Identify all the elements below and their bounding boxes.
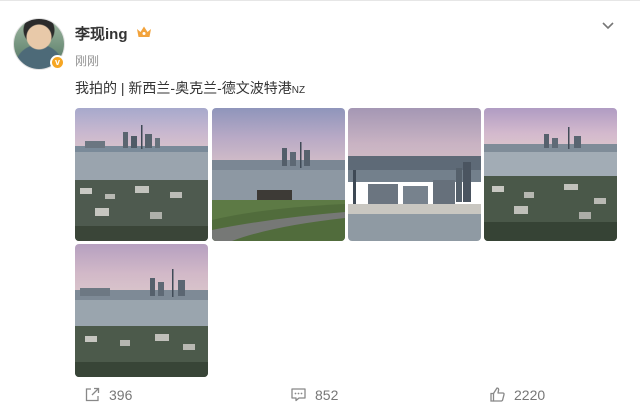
post-actions-bar: 396 852 2220 — [0, 382, 640, 412]
share-button[interactable]: 396 — [84, 386, 132, 403]
verified-badge-icon: v — [50, 55, 65, 70]
thumbs-up-icon — [490, 387, 505, 402]
post-photo-4[interactable] — [484, 108, 617, 241]
share-icon — [85, 387, 100, 402]
crown-icon — [137, 26, 151, 37]
comment-count: 852 — [315, 386, 339, 403]
post-text-suffix: NZ — [291, 85, 306, 96]
chevron-down-icon[interactable] — [600, 17, 616, 33]
avatar[interactable]: v — [13, 18, 65, 70]
post-time[interactable]: 刚刚 — [75, 52, 99, 69]
comment-button[interactable]: 852 — [290, 386, 338, 403]
username[interactable]: 李现ing — [75, 23, 128, 44]
post-photo-1[interactable] — [75, 108, 208, 241]
post-text-main: 我拍的 | 新西兰-奥克兰-德文波特港 — [75, 80, 292, 96]
share-count: 396 — [109, 386, 133, 403]
weibo-post-card: v 李现ing 刚刚 我拍的 | 新西兰-奥克兰-德文波特港NZ 396 852… — [0, 0, 640, 412]
post-photo-2[interactable] — [212, 108, 345, 241]
comment-icon — [291, 388, 306, 402]
post-photo-3[interactable] — [348, 108, 481, 241]
like-count: 2220 — [514, 386, 546, 403]
post-text: 我拍的 | 新西兰-奥克兰-德文波特港NZ — [75, 78, 305, 98]
post-photo-5[interactable] — [75, 244, 208, 377]
like-button[interactable]: 2220 — [489, 386, 545, 403]
